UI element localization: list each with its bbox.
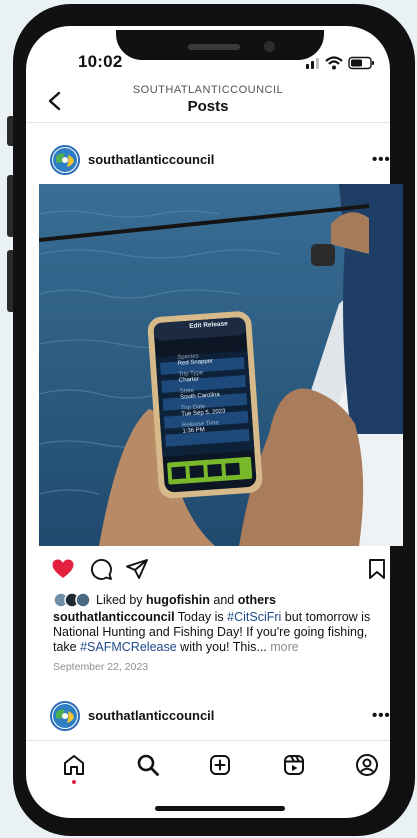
nav-create[interactable] bbox=[208, 753, 232, 777]
caption-username[interactable]: southatlanticcouncil bbox=[53, 610, 175, 624]
next-post-username[interactable]: southatlanticcouncil bbox=[88, 708, 214, 723]
post-username[interactable]: southatlanticcouncil bbox=[88, 152, 214, 167]
liker-avatar bbox=[75, 592, 91, 608]
phone-app-field: Release Time 1:36 PM bbox=[182, 417, 259, 435]
post-caption: southatlanticcouncil Today is #CitSciFri… bbox=[53, 610, 383, 655]
nav-divider bbox=[26, 740, 390, 741]
nav-search[interactable] bbox=[136, 753, 160, 777]
caption-text: with you! This... bbox=[176, 640, 271, 654]
hashtag-link[interactable]: #SAFMCRelease bbox=[80, 640, 177, 654]
liked-prefix: Liked by bbox=[96, 593, 147, 607]
liked-middle: and bbox=[209, 593, 238, 607]
phone-app-field: Species Red Snapper bbox=[177, 350, 254, 366]
heart-icon bbox=[52, 559, 74, 578]
next-post-more-button[interactable]: ••• bbox=[372, 707, 391, 724]
save-button[interactable] bbox=[365, 557, 389, 581]
council-logo bbox=[53, 704, 77, 728]
home-icon bbox=[64, 755, 84, 775]
phone-app-screen: Edit Release Species Red Snapper Trip Typ… bbox=[175, 319, 259, 440]
avatar[interactable] bbox=[50, 701, 80, 731]
wifi-icon bbox=[325, 56, 343, 70]
reels-icon bbox=[284, 755, 304, 775]
header-account-name: SOUTHATLANTICCOUNCIL bbox=[132, 84, 284, 96]
battery-icon bbox=[348, 56, 374, 70]
nav-reels[interactable] bbox=[282, 753, 306, 777]
caption-text: Today is bbox=[174, 610, 228, 624]
council-logo bbox=[53, 148, 77, 172]
status-icons bbox=[302, 55, 378, 71]
home-indicator bbox=[155, 806, 285, 811]
profile-icon bbox=[356, 754, 378, 776]
camera bbox=[264, 41, 275, 52]
header-divider bbox=[26, 122, 390, 123]
plus-square-icon bbox=[210, 755, 230, 775]
share-button[interactable] bbox=[125, 557, 149, 581]
liked-others[interactable]: others bbox=[238, 593, 276, 607]
comment-icon bbox=[91, 559, 112, 580]
avatar[interactable] bbox=[50, 145, 80, 175]
bookmark-icon bbox=[369, 559, 385, 579]
post-more-button[interactable]: ••• bbox=[372, 151, 391, 168]
page-title: Posts bbox=[187, 98, 229, 115]
status-time: 10:02 bbox=[78, 52, 123, 71]
phone-app-field: Trip Type Charter bbox=[178, 367, 255, 384]
speaker bbox=[188, 44, 240, 50]
post-photo[interactable]: Edit Release Species Red Snapper Trip Typ… bbox=[39, 184, 403, 546]
nav-profile[interactable] bbox=[355, 753, 379, 777]
search-icon bbox=[137, 754, 159, 776]
phone-app-field: State South Carolina bbox=[180, 384, 257, 401]
nav-home[interactable] bbox=[62, 753, 86, 777]
like-button[interactable] bbox=[51, 557, 75, 581]
liked-by-text[interactable]: Liked by hugofishin and others bbox=[96, 593, 276, 607]
phone-app-field: Trip Date Tue Sep 5, 2023 bbox=[181, 400, 258, 418]
liked-user[interactable]: hugofishin bbox=[146, 593, 210, 607]
notch bbox=[116, 30, 324, 60]
post-date: September 22, 2023 bbox=[53, 661, 149, 673]
notification-dot bbox=[72, 780, 76, 784]
hashtag-link[interactable]: #CitSciFri bbox=[227, 610, 281, 624]
liked-by-avatars[interactable] bbox=[53, 592, 97, 608]
notch-area bbox=[13, 4, 415, 60]
paper-plane-icon bbox=[126, 559, 148, 579]
signal-icon bbox=[306, 58, 319, 69]
caption-more-link[interactable]: more bbox=[270, 640, 298, 654]
comment-button[interactable] bbox=[89, 557, 113, 581]
